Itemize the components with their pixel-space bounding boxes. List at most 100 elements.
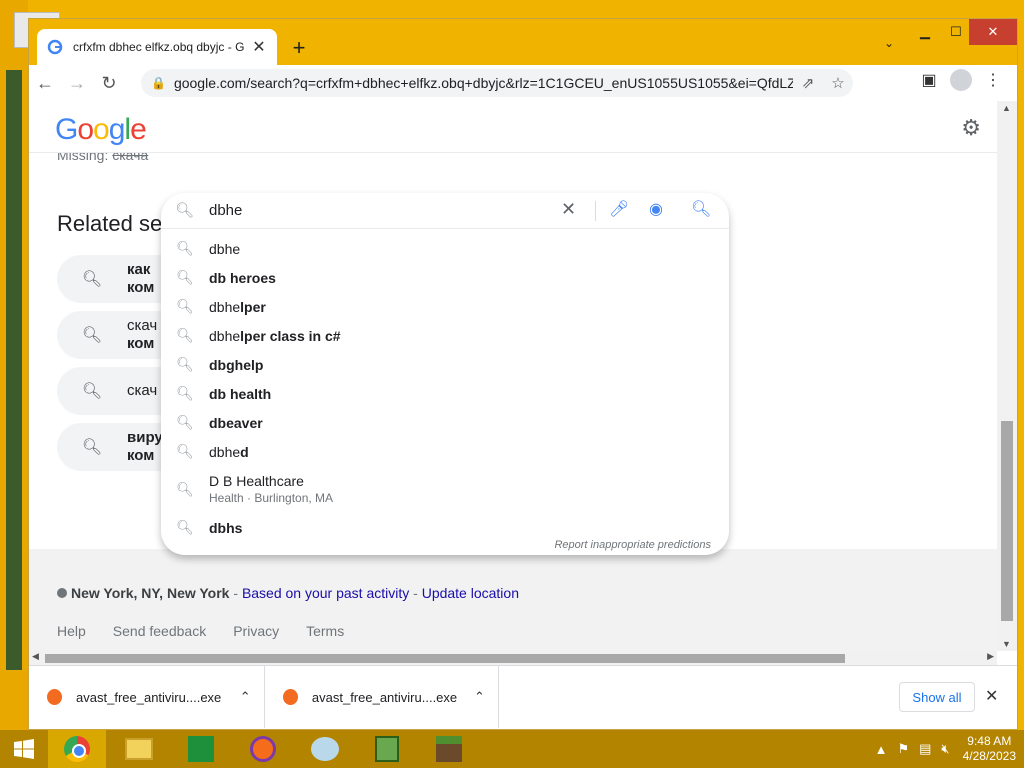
browser-tab[interactable]: crfxfm dbhec elfkz.obq dbyjc - G ✕ [37,29,277,65]
report-predictions-link[interactable]: Report inappropriate predictions [554,539,711,551]
profile-avatar[interactable] [950,69,972,91]
volume-muted-icon[interactable]: 🔇︎ [941,741,949,757]
terms-link[interactable]: Terms [306,623,344,639]
tab-title: crfxfm dbhec elfkz.obq dbyjc - G [73,40,245,54]
download-item[interactable]: avast_free_antiviru....exe ⌃ [29,666,265,728]
update-location-link[interactable]: Update location [422,585,519,601]
bookmark-star-icon[interactable]: ☆ [823,74,853,92]
suggestion-item-place[interactable]: 🔍︎ D B Healthcare Health · Burlington, MA [161,469,729,509]
horizontal-scroll-thumb[interactable] [45,654,845,663]
lock-icon[interactable]: 🔒 [151,76,166,90]
vertical-scroll-thumb[interactable] [1001,421,1013,621]
side-panel-icon[interactable]: ▣ [913,70,945,90]
privacy-link[interactable]: Privacy [233,623,279,639]
search-icon: 🔍︎ [81,271,103,288]
search-input-row: 🔍︎ dbhe ✕ 🎤︎ ◉ 🔍︎ [161,193,729,229]
vertical-scrollbar[interactable]: ▲ ▼ [997,101,1017,651]
search-box-dropdown: 🔍︎ dbhe ✕ 🎤︎ ◉ 🔍︎ 🔍︎ dbhe 🔍︎ db heroes 🔍︎ d… [161,193,729,555]
reload-icon[interactable]: ↻ [93,67,125,99]
new-tab-icon[interactable]: + [289,35,309,61]
maximize-button[interactable]: ☐ [943,19,969,45]
microphone-icon[interactable]: 🎤︎ [609,199,629,219]
menu-kebab-icon[interactable]: ⋮ [977,70,1009,90]
show-all-button[interactable]: Show all [899,682,975,712]
paint-icon[interactable] [296,730,354,768]
page-footer: New York, NY, New York - Based on your p… [29,549,997,651]
footer-links: Help Send feedback Privacy Terms [57,623,344,639]
suggestion-item[interactable]: 🔍︎ dbeaver [161,408,729,437]
suggestion-item[interactable]: 🔍︎ dbhelper class in c# [161,321,729,350]
clock[interactable]: 9:48 AM 4/28/2023 [963,734,1016,764]
suggestion-item[interactable]: 🔍︎ db heroes [161,263,729,292]
past-activity-link[interactable]: Based on your past activity [242,585,409,601]
location-name: New York, NY, New York [71,585,230,601]
avast-icon [47,689,63,705]
send-feedback-link[interactable]: Send feedback [113,623,206,639]
windows-start-icon[interactable] [0,730,48,768]
download-bar: avast_free_antiviru....exe ⌃ avast_free_… [29,665,1017,729]
search-icon: 🔍︎ [176,298,194,314]
avast-icon [283,689,298,705]
chevron-up-icon[interactable]: ⌃ [461,689,498,705]
search-icon: 🔍︎ [175,202,195,219]
search-icon: 🔍︎ [176,356,194,372]
taskbar: ▲ ⚑ ▤ 🔇︎ 9:48 AM 4/28/2023 [0,730,1024,768]
google-header: Google ⚙ [29,101,997,153]
browser-toolbar: ← → ↻ 🔒 google.com/search?q=crfxfm+dbhec… [29,65,1017,101]
minecraft-icon[interactable] [420,730,478,768]
back-icon[interactable]: ← [29,67,61,99]
related-searches-title: Related sea [57,211,175,236]
suggestion-item[interactable]: 🔍︎ dbhed [161,437,729,466]
search-icon: 🔍︎ [176,519,194,535]
forward-icon[interactable]: → [61,67,93,99]
download-item[interactable]: avast_free_antiviru....exe ⌃ [265,666,499,728]
share-icon[interactable]: ⇗ [793,74,823,92]
search-icon: 🔍︎ [81,439,103,456]
chrome-taskbar-icon[interactable] [48,730,106,768]
search-icon: 🔍︎ [176,414,194,430]
search-icon: 🔍︎ [176,327,194,343]
desktop-background [0,0,28,730]
suggestion-item[interactable]: 🔍︎ db health [161,379,729,408]
minimize-button[interactable]: ▁ [905,19,945,45]
firefox-icon[interactable] [234,730,292,768]
system-tray: ▲ ⚑ ▤ 🔇︎ 9:48 AM 4/28/2023 [870,730,1016,768]
suggestion-item[interactable]: 🔍︎ dbghelp [161,350,729,379]
store-icon[interactable] [172,730,230,768]
search-submit-icon[interactable]: 🔍︎ [691,199,711,219]
chevron-up-icon[interactable]: ⌃ [226,689,264,705]
google-logo[interactable]: Google [55,113,147,147]
tray-expand-icon[interactable]: ▲ [875,742,888,757]
tab-bar: crfxfm dbhec elfkz.obq dbyjc - G ✕ + ⌄ ▁… [29,19,1017,65]
search-icon: 🔍︎ [176,240,194,256]
file-explorer-icon[interactable] [110,730,168,768]
tab-search-icon[interactable]: ⌄ [884,36,894,50]
browser-window: crfxfm dbhec elfkz.obq dbyjc - G ✕ + ⌄ ▁… [28,18,1018,730]
network-icon[interactable]: ▤ [919,741,931,757]
search-icon: 🔍︎ [176,269,194,285]
search-icon: 🔍︎ [176,443,194,459]
horizontal-scrollbar[interactable]: ◀ ▶ [29,651,997,665]
suggestion-item[interactable]: 🔍︎ dbhs [161,513,729,542]
address-bar[interactable]: 🔒 google.com/search?q=crfxfm+dbhec+elfkz… [141,69,853,97]
search-icon: 🔍︎ [81,327,103,344]
search-results-page: Google ⚙ Missing: скача Related sea 🔍︎ к… [29,101,997,651]
task-manager-icon[interactable] [358,730,416,768]
location-line: New York, NY, New York - Based on your p… [57,585,519,601]
suggestion-item[interactable]: 🔍︎ dbhelper [161,292,729,321]
suggestion-item[interactable]: 🔍︎ dbhe [161,234,729,263]
google-favicon-icon [47,39,63,55]
help-link[interactable]: Help [57,623,86,639]
action-center-flag-icon[interactable]: ⚑ [897,741,909,757]
clear-icon[interactable]: ✕ [561,199,576,220]
close-downloads-icon[interactable]: ✕ [985,686,998,706]
search-icon: 🔍︎ [81,383,103,400]
search-input[interactable]: dbhe [209,202,242,219]
tab-close-icon[interactable]: ✕ [251,37,267,57]
close-window-button[interactable]: ✕ [969,19,1017,45]
search-icon: 🔍︎ [176,480,194,497]
camera-lens-icon[interactable]: ◉ [649,199,663,219]
search-icon: 🔍︎ [176,385,194,401]
url-text[interactable]: google.com/search?q=crfxfm+dbhec+elfkz.o… [174,75,793,91]
settings-gear-icon[interactable]: ⚙ [961,115,981,141]
